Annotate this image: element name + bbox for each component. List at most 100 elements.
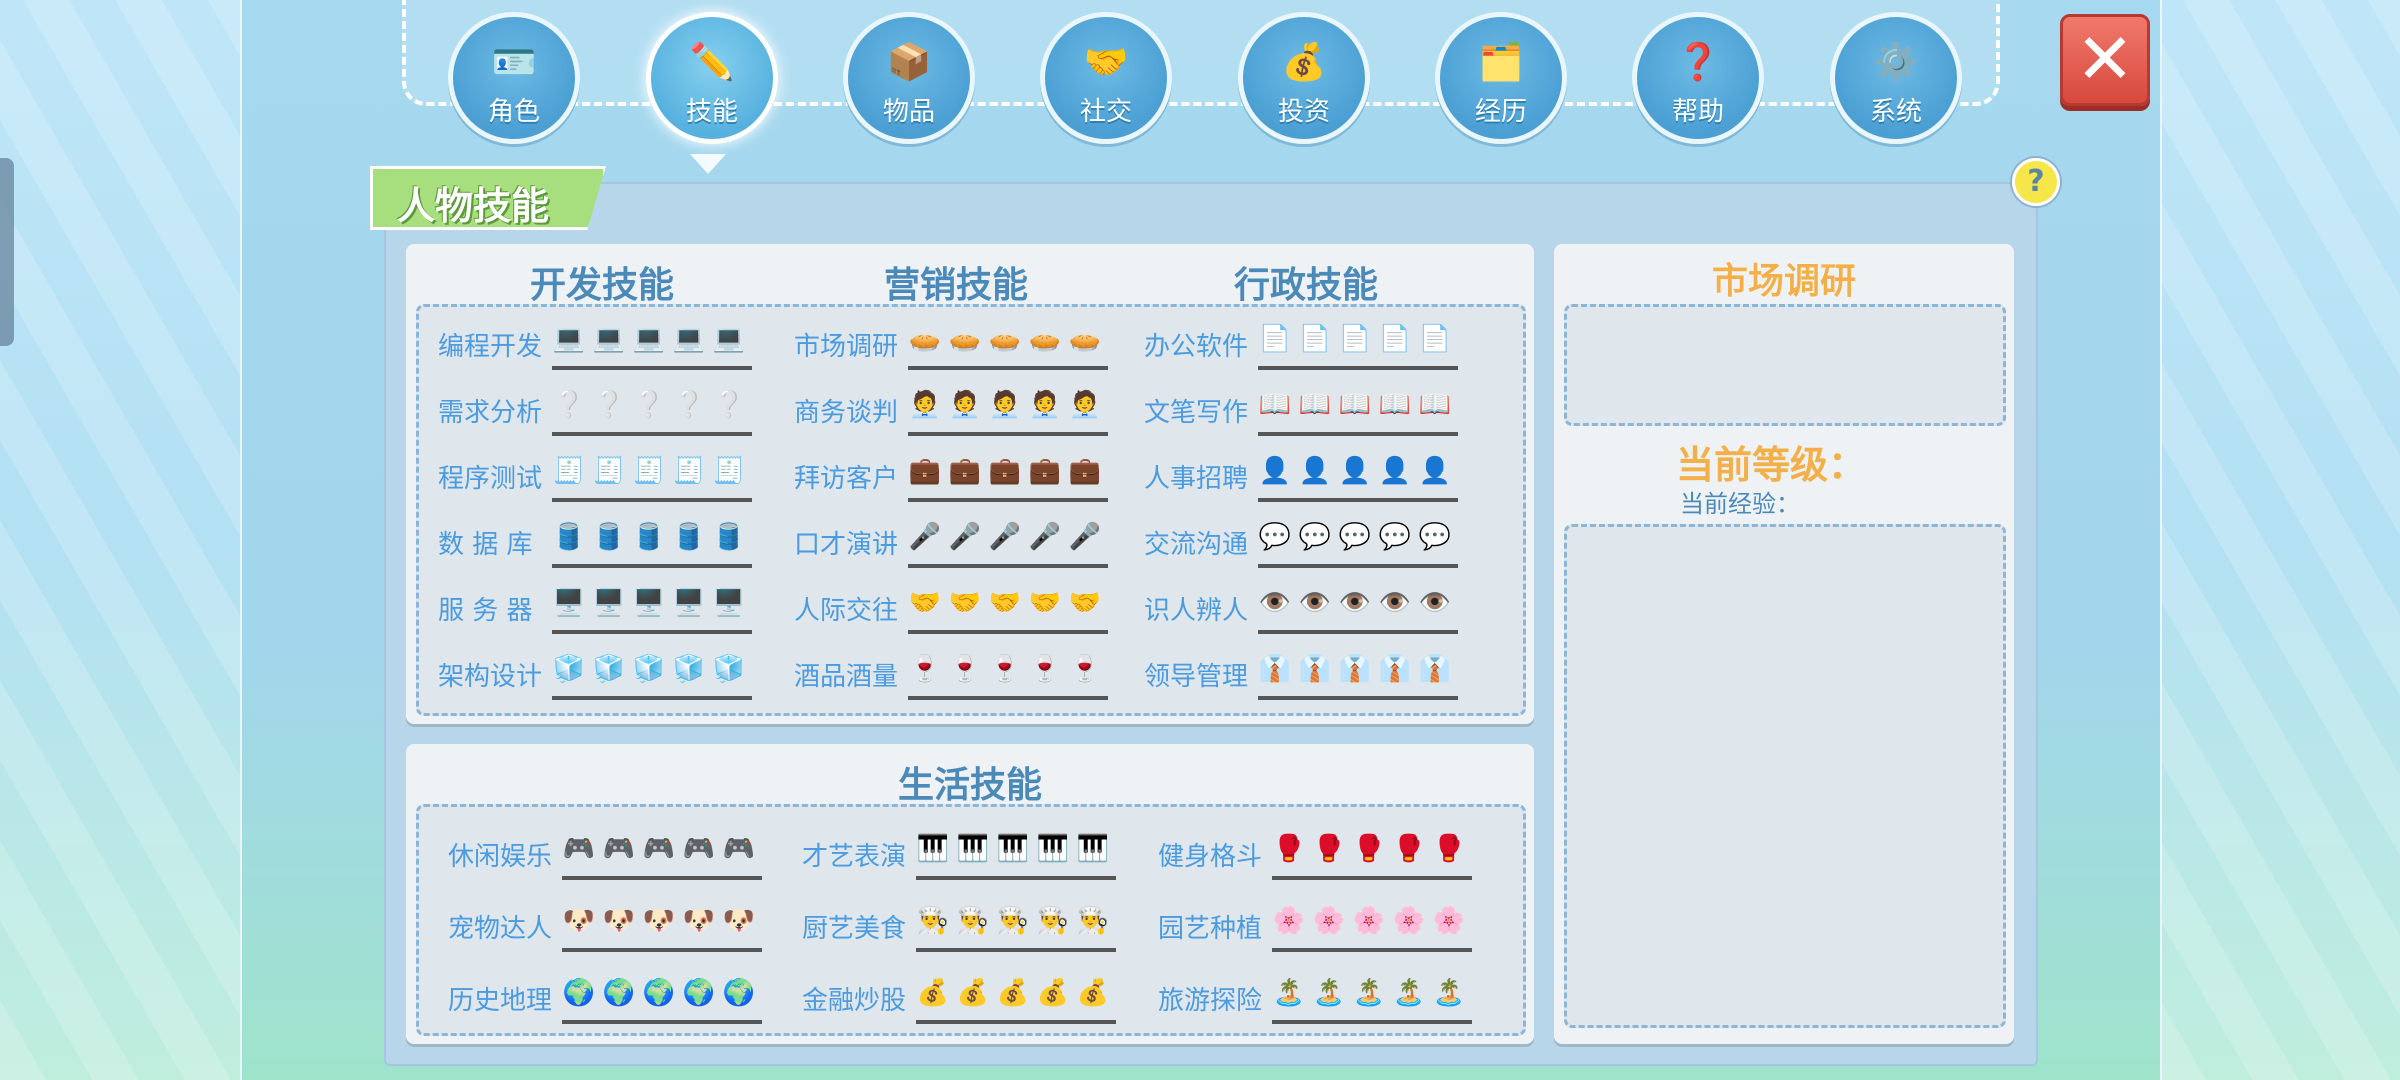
skill-level-icon: 🖥️ bbox=[632, 588, 666, 618]
nav-history-button[interactable]: 🗂️ 经历 bbox=[1435, 12, 1567, 144]
skill-level-icon: 🎮 bbox=[602, 834, 636, 864]
work-skill-row[interactable]: 识人辨人 👁️ 👁️ 👁️ 👁️ 👁️ bbox=[1144, 586, 1484, 642]
nav-items-button[interactable]: 📦 物品 bbox=[843, 12, 975, 144]
skill-underline bbox=[1272, 876, 1472, 880]
nav-invest-button[interactable]: 💰 投资 bbox=[1238, 12, 1370, 144]
work-skill-row[interactable]: 办公软件 📄 📄 📄 📄 📄 bbox=[1144, 322, 1484, 378]
skill-level-icon: 💻 bbox=[672, 324, 706, 354]
skill-level-icon: 🧑‍💼 bbox=[988, 390, 1022, 420]
nav-system-button[interactable]: ⚙️ 系统 bbox=[1830, 12, 1962, 144]
panel-help-button[interactable]: ? bbox=[2012, 158, 2060, 206]
skill-name: 酒品酒量 bbox=[794, 662, 899, 692]
skill-level-icon: 🧾 bbox=[552, 456, 586, 486]
skill-underline bbox=[552, 630, 752, 634]
skill-level-icon: 👨‍🍳 bbox=[956, 906, 990, 936]
skill-level-icon: 💰 bbox=[916, 978, 950, 1008]
work-skill-row[interactable]: 酒品酒量 🍷 🍷 🍷 🍷 🍷 bbox=[794, 652, 1134, 708]
life-skills-title: 生活技能 bbox=[897, 765, 1042, 806]
skill-level-icon: 👤 bbox=[1378, 456, 1412, 486]
skill-level-icon: 👤 bbox=[1258, 456, 1292, 486]
life-skill-row[interactable]: 旅游探险 🏝️ 🏝️ 🏝️ 🏝️ 🏝️ bbox=[1158, 976, 1498, 1032]
life-skill-row[interactable]: 金融炒股 💰 💰 💰 💰 💰 bbox=[802, 976, 1142, 1032]
skill-level-icon: 🧊 bbox=[672, 654, 706, 684]
admin-skills-title: 行政技能 bbox=[1233, 265, 1378, 306]
skill-level-icon: 👨‍🍳 bbox=[996, 906, 1030, 936]
work-skill-row[interactable]: 市场调研 🥧 🥧 🥧 🥧 🥧 bbox=[794, 322, 1134, 378]
skill-level-icon: 👁️ bbox=[1338, 588, 1372, 618]
question-icon: ? bbox=[2027, 164, 2045, 199]
skill-level-icon: 🧾 bbox=[592, 456, 626, 486]
box-icon: 📦 bbox=[886, 42, 932, 83]
skill-level-icon: 💬 bbox=[1298, 522, 1332, 552]
skill-level-icon: 💰 bbox=[956, 978, 990, 1008]
skill-level-icon: ❔ bbox=[712, 390, 746, 420]
skill-level-icon: 🍷 bbox=[988, 654, 1022, 684]
life-skill-row[interactable]: 园艺种植 🌸 🌸 🌸 🌸 🌸 bbox=[1158, 904, 1498, 960]
life-skill-row[interactable]: 历史地理 🌍 🌍 🌍 🌍 🌍 bbox=[448, 976, 788, 1032]
work-skill-row[interactable]: 需求分析 ❔ ❔ ❔ ❔ ❔ bbox=[438, 388, 778, 444]
skill-level-icon: 🍷 bbox=[908, 654, 942, 684]
skill-level-icon: 👤 bbox=[1298, 456, 1332, 486]
life-skill-row[interactable]: 休闲娱乐 🎮 🎮 🎮 🎮 🎮 bbox=[448, 832, 788, 888]
life-skill-row[interactable]: 宠物达人 🐶 🐶 🐶 🐶 🐶 bbox=[448, 904, 788, 960]
skill-level-icon: 🎤 bbox=[1068, 522, 1102, 552]
nav-role-button[interactable]: 🪪 角色 bbox=[448, 12, 580, 144]
skill-underline bbox=[908, 366, 1108, 370]
nav-help-button[interactable]: ❓ 帮助 bbox=[1632, 12, 1764, 144]
nav-social-button[interactable]: 🤝 社交 bbox=[1040, 12, 1172, 144]
skill-underline bbox=[1272, 1020, 1472, 1024]
life-skill-row[interactable]: 健身格斗 🥊 🥊 🥊 🥊 🥊 bbox=[1158, 832, 1498, 888]
skill-level-icon: 🧊 bbox=[552, 654, 586, 684]
skill-level-icon: 🧊 bbox=[592, 654, 626, 684]
skill-level-icon: 🖥️ bbox=[712, 588, 746, 618]
skill-level-icon: 👔 bbox=[1418, 654, 1452, 684]
work-skill-row[interactable]: 交流沟通 💬 💬 💬 💬 💬 bbox=[1144, 520, 1484, 576]
work-skill-row[interactable]: 架构设计 🧊 🧊 🧊 🧊 🧊 bbox=[438, 652, 778, 708]
skill-underline bbox=[916, 948, 1116, 952]
skill-level-icon: 🖥️ bbox=[592, 588, 626, 618]
skill-level-icon: 🤝 bbox=[908, 588, 942, 618]
skill-level-icon: 🥊 bbox=[1312, 834, 1346, 864]
skill-underline bbox=[908, 630, 1108, 634]
work-skill-row[interactable]: 服 务 器 🖥️ 🖥️ 🖥️ 🖥️ 🖥️ bbox=[438, 586, 778, 642]
dev-skills-title: 开发技能 bbox=[529, 265, 674, 306]
skill-name: 人际交往 bbox=[794, 596, 899, 626]
skill-name: 园艺种植 bbox=[1158, 914, 1263, 944]
work-skill-row[interactable]: 拜访客户 💼 💼 💼 💼 💼 bbox=[794, 454, 1134, 510]
life-skill-row[interactable]: 厨艺美食 👨‍🍳 👨‍🍳 👨‍🍳 👨‍🍳 👨‍🍳 bbox=[802, 904, 1142, 960]
skill-underline bbox=[1258, 696, 1458, 700]
skill-level-icon: 💬 bbox=[1418, 522, 1452, 552]
skill-level-icon: 🛢️ bbox=[592, 522, 626, 552]
skill-level-icon: 🧾 bbox=[712, 456, 746, 486]
work-skill-row[interactable]: 口才演讲 🎤 🎤 🎤 🎤 🎤 bbox=[794, 520, 1134, 576]
work-skill-row[interactable]: 商务谈判 🧑‍💼 🧑‍💼 🧑‍💼 🧑‍💼 🧑‍💼 bbox=[794, 388, 1134, 444]
skill-level-icon: 🐶 bbox=[682, 906, 716, 936]
skill-level-icon: 📄 bbox=[1298, 324, 1332, 354]
close-button[interactable]: ✕ bbox=[2060, 14, 2150, 106]
panel-title-ribbon: 人物技能 bbox=[370, 166, 606, 230]
skill-level-icon: 📄 bbox=[1378, 324, 1412, 354]
skill-underline bbox=[552, 696, 752, 700]
work-skill-row[interactable]: 程序测试 🧾 🧾 🧾 🧾 🧾 bbox=[438, 454, 778, 510]
pencil-icon: ✏️ bbox=[689, 42, 735, 83]
work-skill-row[interactable]: 文笔写作 📖 📖 📖 📖 📖 bbox=[1144, 388, 1484, 444]
work-skill-row[interactable]: 人际交往 🤝 🤝 🤝 🤝 🤝 bbox=[794, 586, 1134, 642]
skill-level-icon: 📖 bbox=[1298, 390, 1332, 420]
skill-level-icon: 👁️ bbox=[1258, 588, 1292, 618]
life-skill-row[interactable]: 才艺表演 🎹 🎹 🎹 🎹 🎹 bbox=[802, 832, 1142, 888]
skill-level-icon: 🐶 bbox=[602, 906, 636, 936]
skill-name: 休闲娱乐 bbox=[448, 842, 553, 872]
skill-level-icon: 👁️ bbox=[1418, 588, 1452, 618]
skill-name: 程序测试 bbox=[438, 464, 543, 494]
nav-skills-button[interactable]: ✏️ 技能 bbox=[646, 12, 778, 144]
work-skill-row[interactable]: 领导管理 👔 👔 👔 👔 👔 bbox=[1144, 652, 1484, 708]
work-skill-row[interactable]: 编程开发 💻 💻 💻 💻 💻 bbox=[438, 322, 778, 378]
left-edge-handle[interactable] bbox=[0, 158, 14, 346]
skill-level-icon: 🥊 bbox=[1392, 834, 1426, 864]
game-stage: 🪪 角色 ✏️ 技能 📦 物品 🤝 社交 💰 投资 🗂️ 经历 ❓ 帮助 ⚙️ … bbox=[240, 0, 2162, 1080]
work-skill-row[interactable]: 数 据 库 🛢️ 🛢️ 🛢️ 🛢️ 🛢️ bbox=[438, 520, 778, 576]
skill-level-icon: 📄 bbox=[1418, 324, 1452, 354]
skill-level-icon: 📖 bbox=[1338, 390, 1372, 420]
work-skill-row[interactable]: 人事招聘 👤 👤 👤 👤 👤 bbox=[1144, 454, 1484, 510]
skill-underline bbox=[1258, 432, 1458, 436]
